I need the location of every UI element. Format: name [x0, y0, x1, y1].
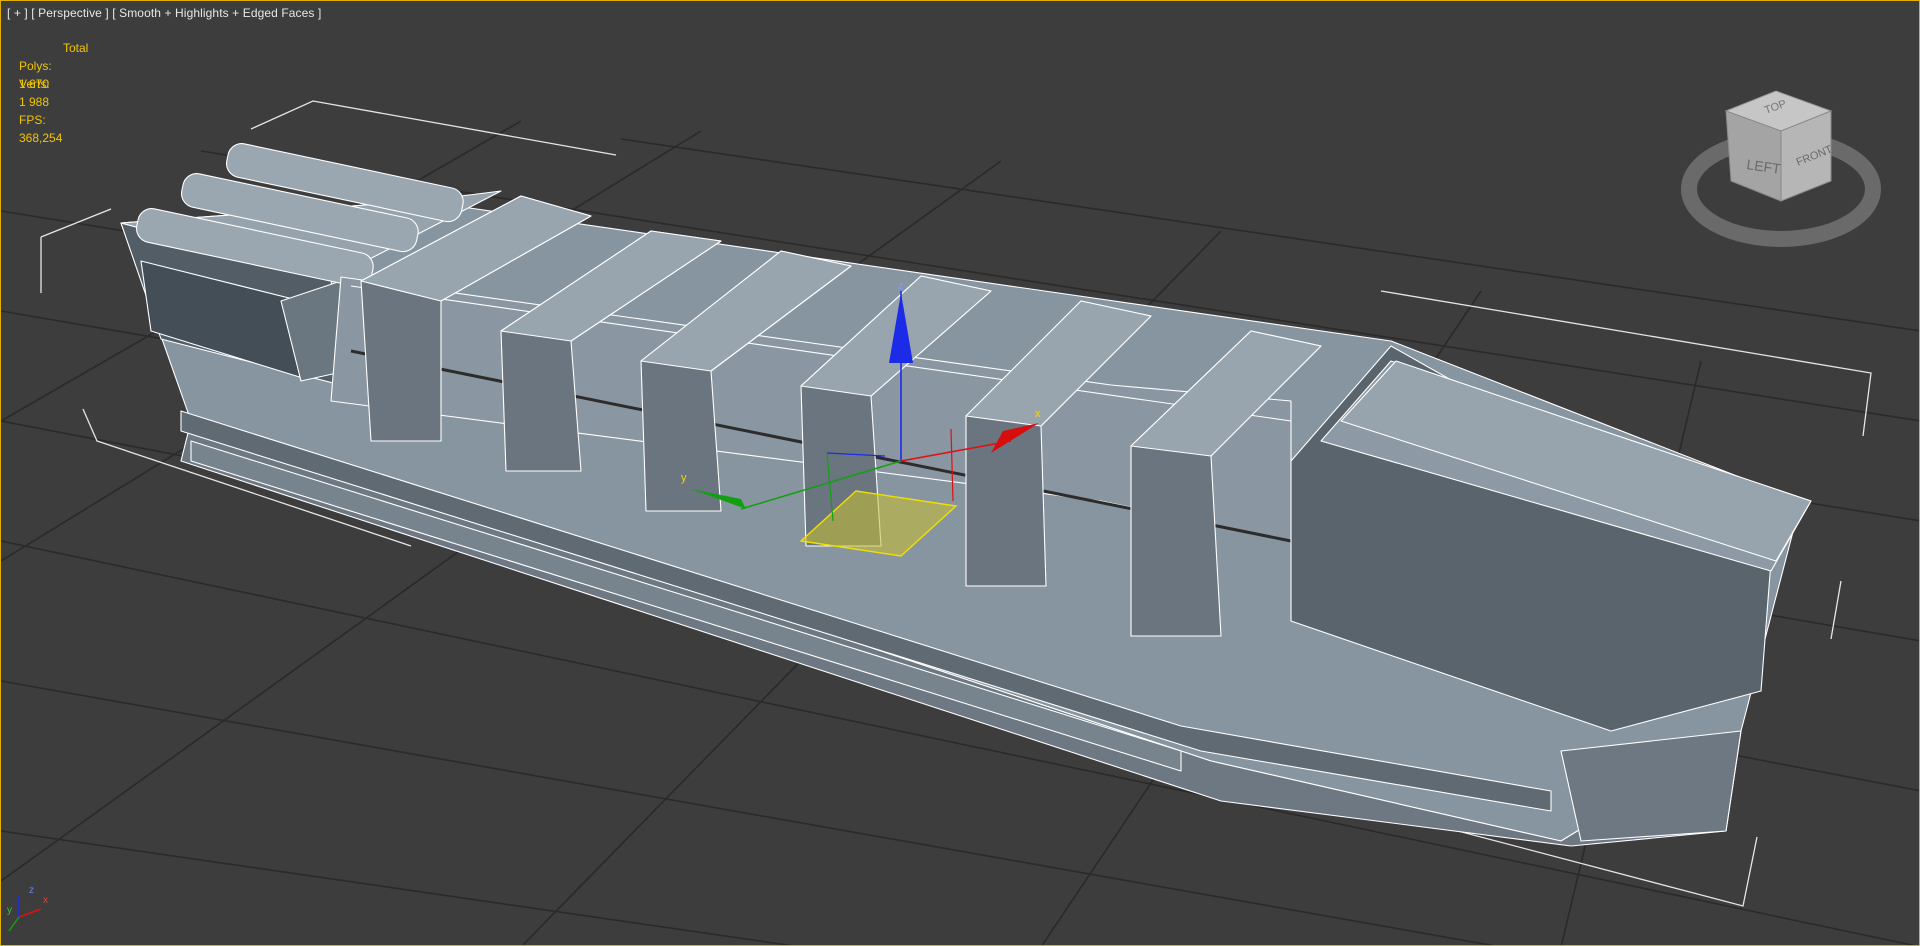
viewcube[interactable]: TOP LEFT FRONT	[1681, 90, 1881, 247]
stats-verts-row: Verts: 1 988	[19, 75, 65, 111]
fps-label: FPS:	[19, 113, 46, 127]
scene-canvas[interactable]: z x y TOP LEFT FRONT z x y	[1, 1, 1920, 946]
perspective-viewport[interactable]: z x y TOP LEFT FRONT z x y [ + ] [ Persp…	[0, 0, 1920, 946]
mesh-model[interactable]	[120, 141, 1812, 847]
gizmo-x-label: x	[1035, 408, 1041, 420]
stats-fps-row: FPS: 368,254	[19, 111, 65, 147]
fps-value: 368,254	[19, 131, 63, 145]
verts-value: 1 988	[19, 95, 50, 109]
tripod-y-label: y	[7, 905, 12, 916]
stats-header: Total	[63, 41, 89, 55]
verts-label: Verts:	[19, 77, 50, 91]
rear-end-cap	[1560, 730, 1742, 842]
gizmo-z-label: z	[898, 280, 904, 292]
polys-label: Polys:	[19, 59, 52, 73]
gizmo-y-label: y	[681, 472, 687, 484]
tripod-x-label: x	[43, 895, 48, 906]
viewport-label-menu[interactable]: [ + ] [ Perspective ] [ Smooth + Highlig…	[7, 6, 321, 20]
axis-tripod: z x y	[7, 885, 48, 932]
tripod-z-label: z	[29, 885, 34, 896]
